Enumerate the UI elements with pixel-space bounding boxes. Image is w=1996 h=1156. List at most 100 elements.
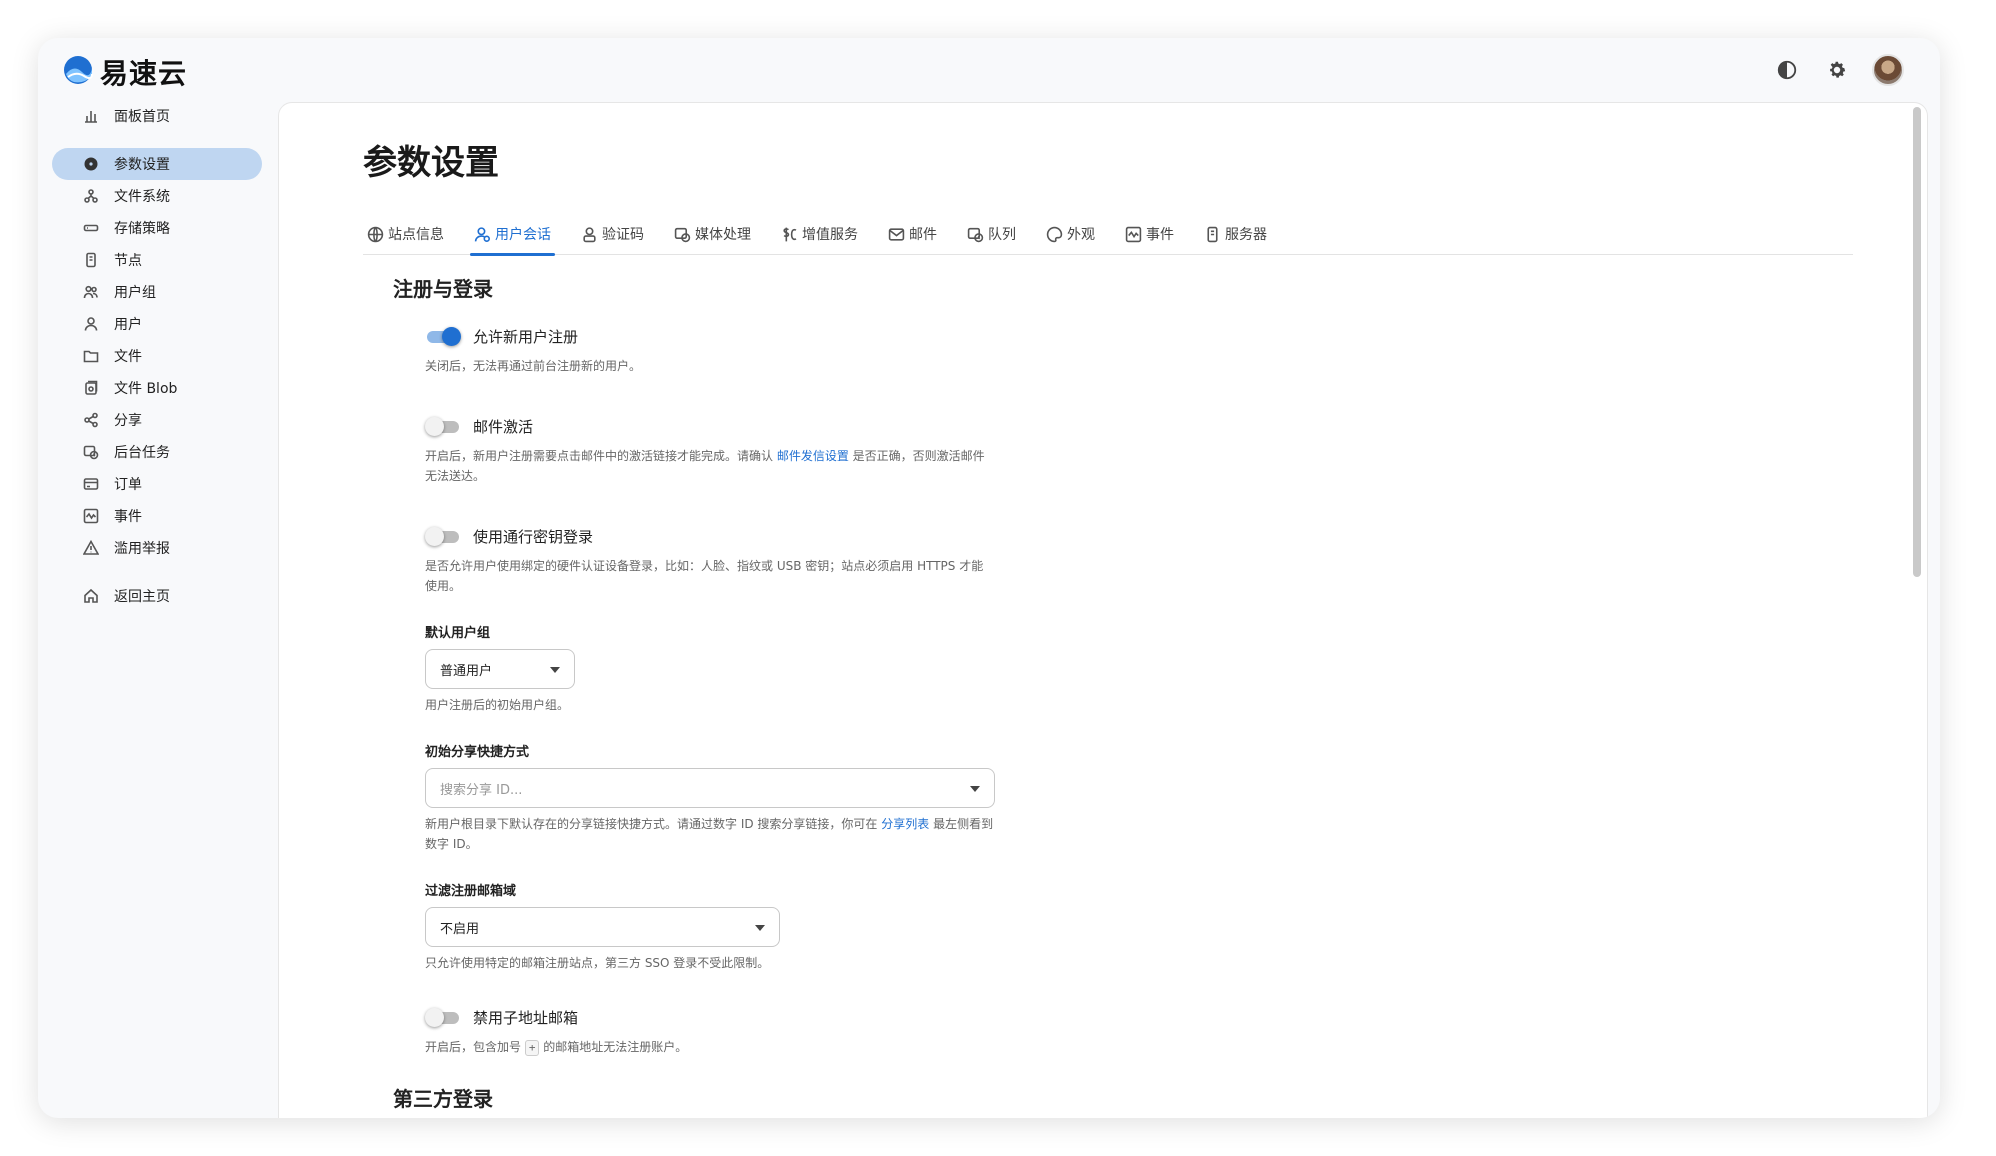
tab-label: 用户会话 <box>495 227 551 243</box>
sidebar-item-label: 用户 <box>114 317 142 333</box>
email-domain-filter-select[interactable]: 不启用 <box>425 907 780 947</box>
sidebar-item-label: 参数设置 <box>114 157 170 173</box>
globe-icon <box>367 226 384 242</box>
tab-label: 外观 <box>1067 227 1095 243</box>
main-panel: 参数设置 站点信息 用户会话 验证码 媒体处理 增值服务 邮件 队列 外观 事件… <box>278 102 1928 1118</box>
tab-vas[interactable]: 增值服务 <box>777 213 862 255</box>
event-icon <box>82 507 100 525</box>
sidebar-item-label: 用户组 <box>114 285 156 301</box>
folder-icon <box>82 347 100 365</box>
settings-content: 注册与登录 允许新用户注册 关闭后，无法再通过前台注册新的用户。 邮件激活 开启… <box>393 273 1093 1111</box>
tab-server[interactable]: 服务器 <box>1200 213 1271 255</box>
tab-label: 站点信息 <box>388 227 444 243</box>
setting-email-activation: 邮件激活 开启后，新用户注册需要点击邮件中的激活链接才能完成。请确认 邮件发信设… <box>425 414 1093 486</box>
sidebar-item-event[interactable]: 事件 <box>52 500 262 532</box>
share-icon <box>82 411 100 429</box>
sidebar-item-file[interactable]: 文件 <box>52 340 262 372</box>
setting-label: 使用通行密钥登录 <box>473 527 594 546</box>
setting-help: 只允许使用特定的邮箱注册站点，第三方 SSO 登录不受此限制。 <box>425 956 770 970</box>
node-icon <box>82 251 100 269</box>
initial-share-search-input[interactable]: 搜索分享 ID... <box>425 768 995 808</box>
sidebar-item-storage[interactable]: 存储策略 <box>52 212 262 244</box>
settings-button[interactable] <box>1822 55 1852 85</box>
tab-label: 服务器 <box>1225 227 1267 243</box>
setting-disable-subaddress: 禁用子地址邮箱 开启后，包含加号 + 的邮箱地址无法注册账户。 <box>425 1005 1093 1057</box>
sidebar-item-user-group[interactable]: 用户组 <box>52 276 262 308</box>
sidebar-item-file-blob[interactable]: 文件 Blob <box>52 372 262 404</box>
sidebar-item-back-home[interactable]: 返回主页 <box>52 580 262 612</box>
setting-initial-share: 初始分享快捷方式 搜索分享 ID... 新用户根目录下默认存在的分享链接快捷方式… <box>425 741 1093 854</box>
gear-icon <box>82 155 100 173</box>
section-title-register: 注册与登录 <box>393 277 493 301</box>
settings-tabs: 站点信息 用户会话 验证码 媒体处理 增值服务 邮件 队列 外观 事件 服务器 <box>363 213 1853 256</box>
setting-allow-register: 允许新用户注册 关闭后，无法再通过前台注册新的用户。 <box>425 324 1093 376</box>
tab-label: 邮件 <box>909 227 937 243</box>
sidebar-item-label: 文件 Blob <box>114 381 178 397</box>
sidebar-item-label: 滥用举报 <box>114 541 170 557</box>
setting-help: 新用户根目录下默认存在的分享链接快捷方式。请通过数字 ID 搜索分享链接，你可在… <box>425 817 994 851</box>
sidebar-item-label: 文件 <box>114 349 142 365</box>
event-icon <box>1125 226 1142 242</box>
app-window: 易速云 面板首页 参数设置 文件系统 存储策略 节点 用户组 用户 文件 文件 … <box>38 38 1940 1118</box>
mail-settings-link[interactable]: 邮件发信设置 <box>777 449 849 463</box>
tab-queue[interactable]: 队列 <box>963 213 1020 255</box>
tab-event[interactable]: 事件 <box>1121 213 1178 255</box>
tab-mail[interactable]: 邮件 <box>884 213 941 255</box>
task-icon <box>82 443 100 461</box>
sidebar-item-dashboard[interactable]: 面板首页 <box>52 100 262 132</box>
share-list-link[interactable]: 分享列表 <box>881 817 929 831</box>
tab-user-session[interactable]: 用户会话 <box>470 213 555 256</box>
user-avatar[interactable] <box>1872 54 1904 86</box>
sidebar-item-label: 文件系统 <box>114 189 170 205</box>
sidebar-item-share[interactable]: 分享 <box>52 404 262 436</box>
currency-icon <box>783 227 797 241</box>
tab-label: 事件 <box>1146 227 1174 243</box>
setting-label: 禁用子地址邮箱 <box>473 1008 579 1027</box>
field-label: 初始分享快捷方式 <box>425 745 530 760</box>
sidebar-item-label: 面板首页 <box>114 109 170 125</box>
setting-help: 是否允许用户使用绑定的硬件认证设备登录，比如：人脸、指纹或 USB 密钥；站点必… <box>425 559 984 593</box>
tab-media[interactable]: 媒体处理 <box>670 213 755 255</box>
tab-appearance[interactable]: 外观 <box>1042 213 1099 255</box>
brand-logo-icon <box>62 54 94 90</box>
plus-kbd: + <box>524 1040 540 1056</box>
sidebar-item-label: 节点 <box>114 253 142 269</box>
sidebar-item-order[interactable]: 订单 <box>52 468 262 500</box>
sidebar-item-filesystem[interactable]: 文件系统 <box>52 180 262 212</box>
passkey-login-switch[interactable] <box>425 526 461 546</box>
storage-icon <box>82 219 100 237</box>
tab-label: 增值服务 <box>802 227 858 243</box>
sidebar-item-user[interactable]: 用户 <box>52 308 262 340</box>
scrollbar-thumb[interactable] <box>1913 107 1921 577</box>
email-activation-switch[interactable] <box>425 416 461 436</box>
gear-icon <box>1830 61 1846 78</box>
sidebar-item-abuse-report[interactable]: 滥用举报 <box>52 532 262 564</box>
palette-icon <box>1046 226 1063 242</box>
setting-help: 开启后，新用户注册需要点击邮件中的激活链接才能完成。请确认 邮件发信设置 是否正… <box>425 449 985 483</box>
disable-subaddress-switch[interactable] <box>425 1007 461 1027</box>
default-group-select[interactable]: 普通用户 <box>425 649 575 689</box>
group-icon <box>82 283 100 301</box>
theme-toggle-button[interactable] <box>1772 55 1802 85</box>
tab-site-info[interactable]: 站点信息 <box>363 213 448 255</box>
header-actions <box>1772 54 1904 86</box>
tab-captcha[interactable]: 验证码 <box>577 213 648 255</box>
brand[interactable]: 易速云 <box>62 52 187 92</box>
queue-icon <box>967 227 984 242</box>
sidebar-item-background-task[interactable]: 后台任务 <box>52 436 262 468</box>
sidebar-item-label: 分享 <box>114 413 142 429</box>
setting-label: 邮件激活 <box>473 417 534 436</box>
setting-passkey-login: 使用通行密钥登录 是否允许用户使用绑定的硬件认证设备登录，比如：人脸、指纹或 U… <box>425 524 1093 596</box>
allow-register-switch[interactable] <box>425 326 461 346</box>
media-icon <box>674 227 691 242</box>
sidebar-item-label: 后台任务 <box>114 445 170 461</box>
user-session-icon <box>474 226 490 242</box>
sidebar-item-node[interactable]: 节点 <box>52 244 262 276</box>
contrast-icon <box>1777 60 1797 80</box>
field-label: 默认用户组 <box>425 626 491 641</box>
sidebar: 面板首页 参数设置 文件系统 存储策略 节点 用户组 用户 文件 文件 Blob… <box>52 100 262 612</box>
caret-down-icon <box>755 925 765 931</box>
setting-email-domain-filter: 过滤注册邮箱域 不启用 只允许使用特定的邮箱注册站点，第三方 SSO 登录不受此… <box>425 880 1093 973</box>
mail-icon <box>888 227 905 241</box>
sidebar-item-settings[interactable]: 参数设置 <box>52 148 262 180</box>
